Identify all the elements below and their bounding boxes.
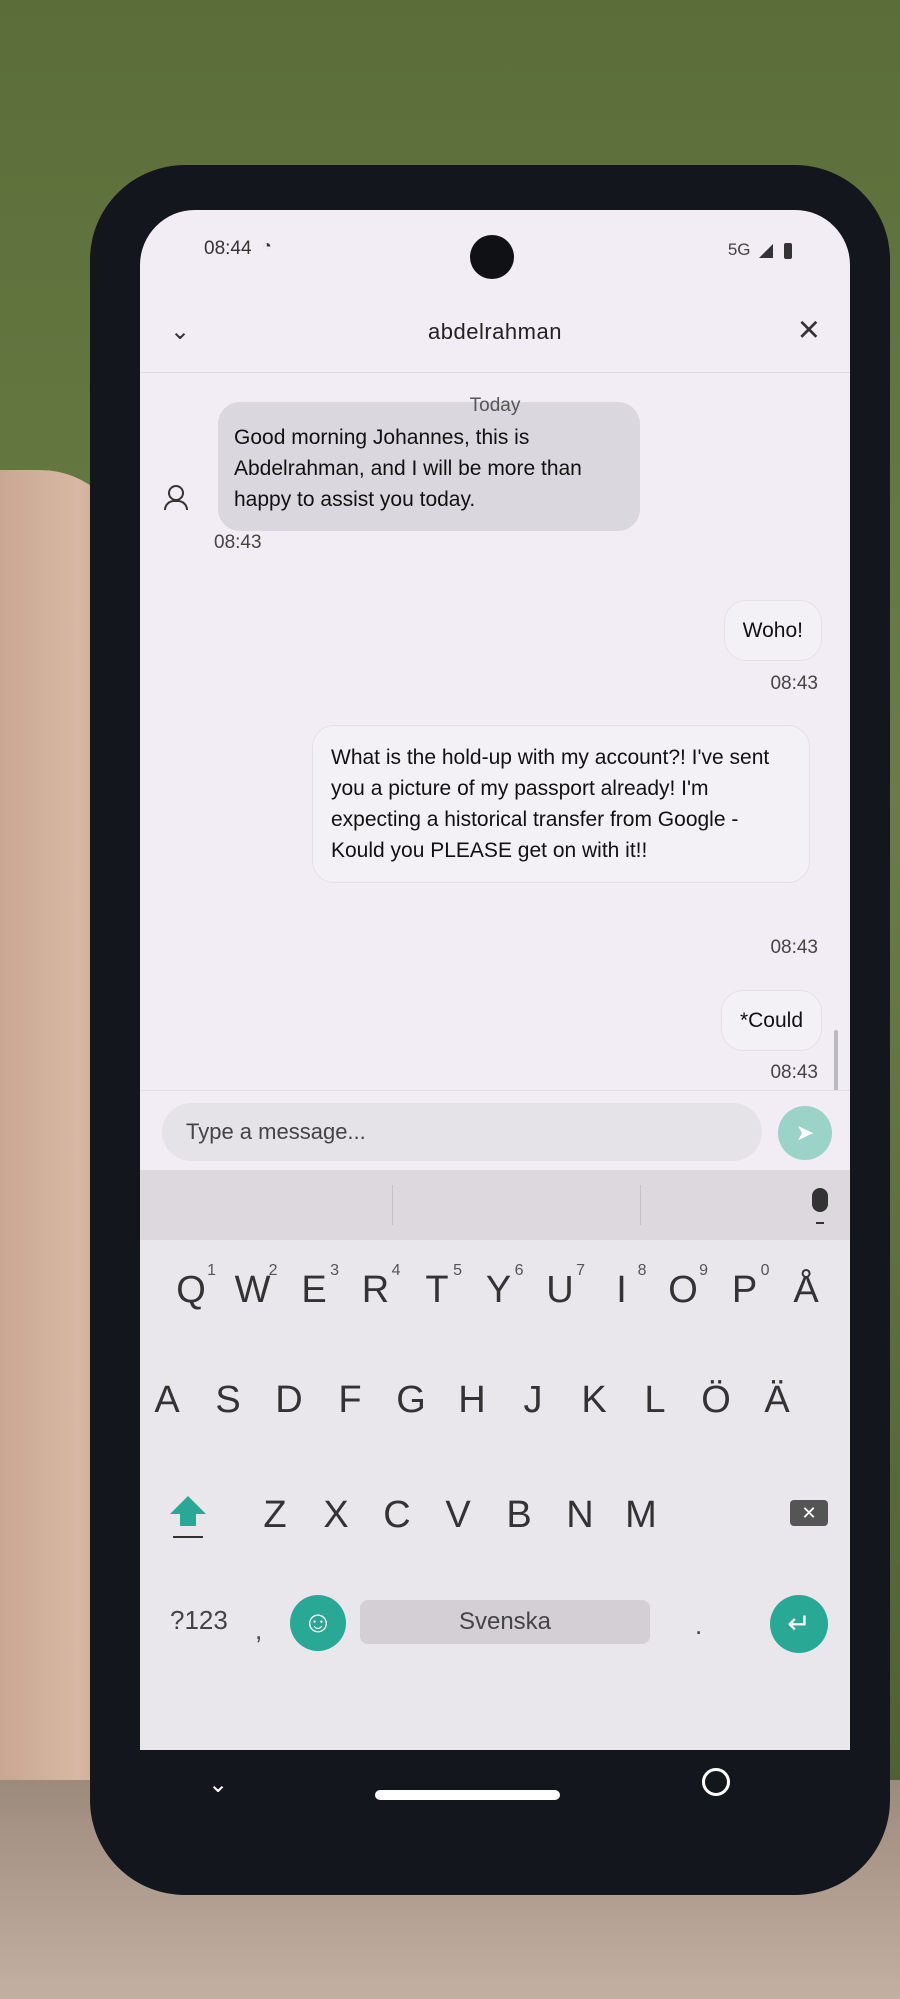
key[interactable]: Y6 <box>466 1245 532 1335</box>
key-hint: 7 <box>576 1262 585 1279</box>
comma-key[interactable]: , <box>255 1615 262 1646</box>
send-icon: ➤ <box>795 1120 815 1145</box>
emoji-key[interactable]: ☺ <box>290 1595 346 1651</box>
microphone-stand <box>816 1214 824 1224</box>
key[interactable]: E3 <box>281 1245 347 1335</box>
key[interactable]: T5 <box>404 1245 470 1335</box>
divider <box>392 1185 393 1225</box>
message-bubble-outgoing: What is the hold-up with my account?! I'… <box>312 725 810 883</box>
chat-header: ⌄ abdelrahman × <box>140 305 850 365</box>
key-hint: 1 <box>207 1262 216 1279</box>
key[interactable]: O9 <box>650 1245 716 1335</box>
key-hint: 0 <box>760 1262 770 1279</box>
key[interactable]: F <box>317 1355 383 1445</box>
key[interactable]: I8 <box>589 1245 655 1335</box>
key[interactable]: N <box>547 1470 613 1560</box>
key[interactable]: X <box>303 1470 369 1560</box>
enter-icon: ↵ <box>787 1608 811 1639</box>
divider <box>640 1185 641 1225</box>
key-hint: 8 <box>637 1262 647 1279</box>
keyboard-row-1: Q1W2E3R4T5Y6U7I8O9P0Å <box>140 1245 850 1335</box>
message-time: 08:43 <box>770 1062 818 1083</box>
status-bar: 08:44 ◔ 5G <box>140 210 850 290</box>
date-label: Today <box>469 395 521 416</box>
message-text: What is the hold-up with my account?! I'… <box>331 746 770 862</box>
message-bubble-outgoing: Woho! <box>723 600 822 661</box>
key[interactable]: W2 <box>220 1245 286 1335</box>
agent-avatar-icon <box>162 485 188 511</box>
key[interactable]: Ö <box>683 1355 749 1445</box>
key-hint: 3 <box>330 1262 339 1279</box>
space-key[interactable]: Svenska <box>360 1600 650 1644</box>
phone-screen: 08:44 ◔ 5G ⌄ abdelrahman × Good morning … <box>140 210 850 1750</box>
key-hint: 5 <box>453 1262 462 1279</box>
close-icon[interactable]: × <box>798 309 820 352</box>
key-hint: 6 <box>514 1262 524 1279</box>
message-text: *Could <box>739 1009 803 1032</box>
key[interactable]: V <box>425 1470 491 1560</box>
key[interactable]: Å <box>773 1245 839 1335</box>
key[interactable]: B <box>486 1470 552 1560</box>
key[interactable]: P0 <box>712 1245 778 1335</box>
message-bubble-incoming: Good morning Johannes, this is Abdelrahm… <box>218 402 640 531</box>
key[interactable]: S <box>195 1355 261 1445</box>
key[interactable]: C <box>364 1470 430 1560</box>
key[interactable]: L <box>622 1355 688 1445</box>
keyboard: Q1W2E3R4T5Y6U7I8O9P0Å ASDFGHJKLÖÄ ✕ ZXCV… <box>140 1170 850 1750</box>
keyboard-row-4: ?123 , ☺ Svenska . ↵ <box>140 1575 850 1665</box>
key[interactable]: U7 <box>527 1245 593 1335</box>
composer-bar: ➤ <box>140 1090 850 1166</box>
message-time: 08:43 <box>214 532 262 553</box>
divider <box>140 372 850 373</box>
symbols-key[interactable]: ?123 <box>170 1605 228 1636</box>
key[interactable]: Q1 <box>158 1245 224 1335</box>
microphone-icon[interactable] <box>812 1188 828 1212</box>
key[interactable]: A <box>140 1355 200 1445</box>
network-label: 5G <box>727 240 751 259</box>
backspace-key[interactable]: ✕ <box>790 1500 828 1526</box>
key[interactable]: R4 <box>343 1245 409 1335</box>
send-button[interactable]: ➤ <box>778 1106 832 1160</box>
suggestion-strip <box>140 1170 850 1240</box>
message-text: Good morning Johannes, this is Abdelrahm… <box>234 426 582 511</box>
navigation-bar: ⌄ <box>140 1750 850 1840</box>
notification-icon: ◔ <box>262 238 272 255</box>
message-text: Woho! <box>742 619 803 642</box>
signal-icon <box>759 243 774 258</box>
key-hint: 4 <box>391 1262 401 1279</box>
message-time: 08:43 <box>770 673 818 694</box>
key[interactable]: G <box>378 1355 444 1445</box>
key[interactable]: H <box>439 1355 505 1445</box>
status-right: 5G <box>728 240 792 260</box>
message-input[interactable] <box>162 1103 762 1161</box>
key[interactable]: D <box>256 1355 322 1445</box>
home-handle[interactable] <box>375 1790 560 1800</box>
battery-icon <box>784 242 792 259</box>
status-time: 08:44 <box>204 238 252 259</box>
key[interactable]: M <box>608 1470 674 1560</box>
period-key[interactable]: . <box>695 1610 702 1641</box>
keyboard-row-3: ✕ ZXCVBNM <box>140 1470 850 1560</box>
chat-title: abdelrahman <box>428 319 562 344</box>
front-camera <box>470 235 514 279</box>
globe-icon[interactable] <box>702 1768 730 1796</box>
shift-icon <box>170 1496 206 1514</box>
keyboard-row-2: ASDFGHJKLÖÄ <box>140 1355 850 1445</box>
key[interactable]: J <box>500 1355 566 1445</box>
key[interactable]: Z <box>242 1470 308 1560</box>
message-time: 08:43 <box>770 937 818 958</box>
key[interactable]: K <box>561 1355 627 1445</box>
emoji-icon: ☺ <box>302 1606 334 1639</box>
shift-key[interactable] <box>158 1490 218 1550</box>
hide-keyboard-icon[interactable]: ⌄ <box>208 1770 228 1799</box>
key-hint: 9 <box>699 1262 708 1279</box>
message-bubble-outgoing: *Could <box>720 990 822 1051</box>
key[interactable]: Ä <box>744 1355 810 1445</box>
key-hint: 2 <box>268 1262 278 1279</box>
enter-key[interactable]: ↵ <box>770 1595 828 1653</box>
